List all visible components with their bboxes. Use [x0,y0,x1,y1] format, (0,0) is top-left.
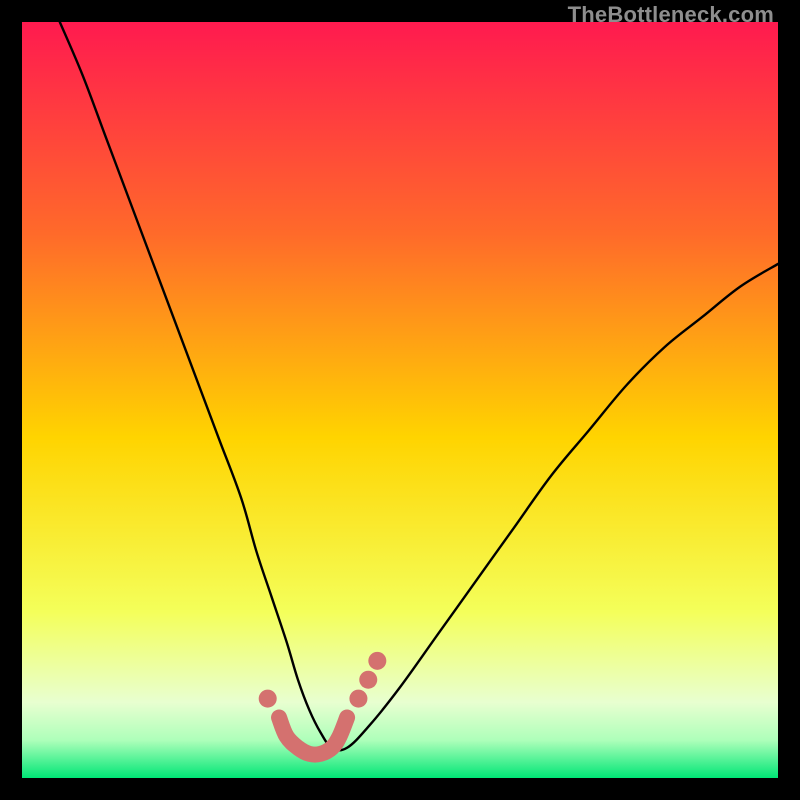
watermark-text: TheBottleneck.com [568,2,774,28]
chart-frame [22,22,778,778]
curve-dot [349,690,367,708]
curve-dot [368,652,386,670]
gradient-background [22,22,778,778]
curve-dot [259,690,277,708]
bottleneck-chart [22,22,778,778]
curve-dot [359,671,377,689]
